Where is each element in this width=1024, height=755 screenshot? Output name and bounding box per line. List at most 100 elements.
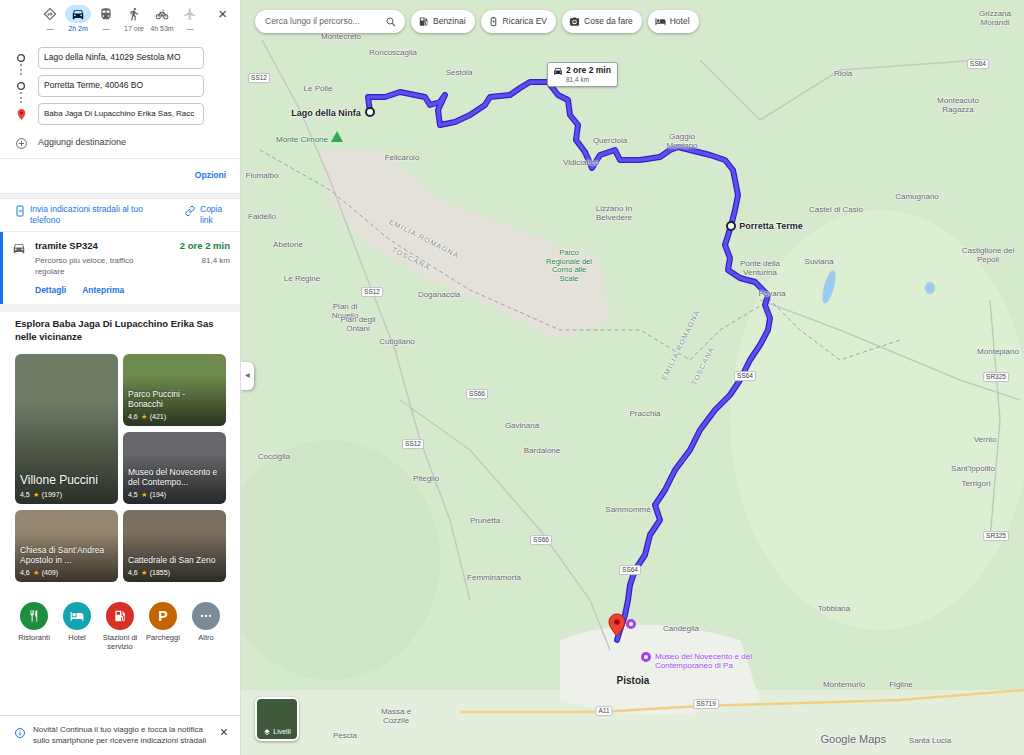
place-name[interactable]: Bardalone (524, 446, 560, 455)
road-shield[interactable]: SR325 (983, 531, 1009, 541)
place-name[interactable]: Felicarolo (385, 153, 420, 162)
map-label[interactable]: Monte Cimone (276, 135, 328, 144)
collapse-panel-button[interactable]: ◀ (241, 362, 254, 390)
map-label[interactable]: Cutigliano (379, 337, 415, 346)
map-label[interactable]: Ponte della Venturina (738, 259, 783, 277)
place-name[interactable]: Pescia (333, 731, 357, 740)
layers-label[interactable]: Livelli (273, 727, 291, 736)
map-label[interactable]: Museo del Novecento e del Contemporaneo … (655, 652, 775, 670)
road-shield[interactable]: SS12 (248, 73, 270, 83)
place-name[interactable]: SR325 (983, 531, 1009, 541)
map-label[interactable]: Pescia (333, 731, 357, 740)
place-name[interactable]: Sestola (446, 68, 473, 77)
map-label[interactable]: Candeglia (663, 624, 699, 633)
nearby-place-card[interactable]: Museo del Novecento e del Contempo...4,5… (123, 432, 226, 504)
place-name[interactable]: Montemurlo (823, 680, 865, 689)
place-name[interactable]: Massa e Cozzile (374, 707, 419, 725)
place-name[interactable]: SS12 (361, 287, 383, 297)
map-label[interactable]: Piteglio (413, 474, 439, 483)
place-name[interactable]: Fiumalbo (246, 171, 279, 180)
chip-label[interactable]: Cose da fare (584, 16, 633, 27)
place-name[interactable]: Castel di Casio (809, 205, 863, 214)
copy-link[interactable]: Copia link (184, 204, 228, 226)
options-button[interactable]: Opzioni (195, 170, 226, 181)
map-label[interactable]: Monteacuto Ragazza (931, 96, 986, 114)
place-name[interactable]: Vidiciatico (563, 158, 599, 167)
place-name[interactable]: SS12 (402, 439, 424, 449)
category-button[interactable]: Ristoranti (15, 602, 53, 651)
place-name[interactable]: Santa Lucia (909, 736, 951, 745)
map-label[interactable]: Porretta Terme (739, 221, 802, 231)
road-shield[interactable]: SS64 (734, 371, 756, 381)
place-name[interactable]: Tobbiana (818, 604, 850, 613)
road-shield[interactable]: A11 (595, 706, 612, 716)
map-label[interactable]: Santa Lucia (909, 736, 951, 745)
place-name[interactable]: Doganaccia (418, 290, 460, 299)
map-label[interactable]: Roncoscaglia (369, 48, 417, 57)
filter-chip[interactable]: Cose da fare (562, 10, 642, 33)
place-name[interactable]: Roncoscaglia (369, 48, 417, 57)
category-label[interactable]: Ristoranti (18, 633, 50, 642)
send-to-phone-label[interactable]: Invia indicazioni stradali al tuo telefo… (30, 204, 170, 226)
category-circle[interactable]: P (149, 602, 177, 630)
place-name[interactable]: Vernio (974, 435, 997, 444)
place-name[interactable]: Ponte della Venturina (738, 259, 783, 277)
map[interactable]: MontecretoRoncoscagliaSestolaLe PolleLag… (241, 0, 1024, 755)
map-label[interactable]: Sant'Ippolito (951, 464, 995, 473)
map-label[interactable]: Figline (889, 680, 913, 689)
copy-link-label[interactable]: Copia link (200, 204, 228, 226)
nearby-place-card[interactable]: Villone Puccini4,5★(1997) (15, 354, 118, 504)
map-label[interactable]: Prunetta (470, 516, 500, 525)
add-destination[interactable]: Aggiungi destinazione (0, 128, 240, 158)
place-name[interactable]: Pian degli Ontani (336, 315, 381, 333)
place-name[interactable]: Monte Cimone (276, 135, 328, 144)
place-name[interactable]: SS64 (734, 371, 756, 381)
place-name[interactable]: Grizzana Morandi (973, 9, 1018, 27)
map-label[interactable]: Faidello (248, 212, 276, 221)
category-label[interactable]: Stazioni di servizio (101, 633, 139, 651)
send-to-phone[interactable]: Invia indicazioni stradali al tuo telefo… (14, 204, 170, 226)
place-name[interactable]: Museo del Novecento e del Contemporaneo … (655, 652, 775, 670)
search-along-route[interactable] (255, 10, 405, 33)
map-label[interactable]: Massa e Cozzile (374, 707, 419, 725)
map-label[interactable]: Suviana (805, 257, 834, 266)
map-label[interactable]: Pian degli Ontani (336, 315, 381, 333)
place-name[interactable]: Gavinana (505, 421, 539, 430)
map-label[interactable]: Gaggio Montano (660, 132, 705, 150)
map-label[interactable]: Femminamorta (467, 573, 521, 582)
road-shield[interactable]: SS64 (967, 59, 989, 69)
place-name[interactable]: Pavana (758, 289, 785, 298)
filter-chip[interactable]: Benzinai (411, 10, 475, 33)
map-label[interactable]: Felicarolo (385, 153, 420, 162)
place-name[interactable]: Le Regine (284, 274, 320, 283)
road-shield[interactable]: SS719 (693, 699, 719, 709)
category-button[interactable]: Stazioni di servizio (101, 602, 139, 651)
map-label[interactable]: Le Regine (284, 274, 320, 283)
place-name[interactable]: Sammommè (605, 505, 650, 514)
map-label[interactable]: Lizzano In Belvedere (587, 204, 642, 222)
place-name[interactable]: SS66 (530, 535, 552, 545)
nearby-place-card[interactable]: Parco Puccini - Bonacchi4,6★(421) (123, 354, 226, 426)
map-label[interactable]: Montepiano (977, 347, 1019, 356)
place-name[interactable]: Parco Puccini - Bonacchi (128, 390, 221, 410)
add-destination-label[interactable]: Aggiungi destinazione (38, 137, 126, 149)
travel-mode-bus[interactable]: — (92, 5, 120, 33)
map-label[interactable]: Cocciglia (258, 452, 290, 461)
category-label[interactable]: Parcheggi (146, 633, 180, 642)
place-name[interactable]: Monteacuto Ragazza (931, 96, 986, 114)
road-shield[interactable]: SS12 (402, 439, 424, 449)
map-label[interactable]: Camugnano (895, 192, 939, 201)
place-name[interactable]: Piteglio (413, 474, 439, 483)
layers-button[interactable]: Livelli (255, 697, 299, 741)
map-label[interactable]: Bardalone (524, 446, 560, 455)
map-label[interactable]: Fiumalbo (246, 171, 279, 180)
road-shield[interactable]: SS64 (619, 565, 641, 575)
place-name[interactable]: SS12 (248, 73, 270, 83)
travel-mode-bicycle[interactable]: 4h 53m (148, 5, 176, 33)
route-option[interactable]: tramite SP3242 ore 2 minPercorso più vel… (0, 232, 240, 304)
details-link[interactable]: Dettagli (35, 285, 66, 296)
travel-mode-directions[interactable]: — (36, 5, 64, 33)
map-label[interactable]: Pistoia (617, 675, 650, 687)
dismiss-button[interactable]: × (220, 725, 228, 739)
place-name[interactable]: A11 (595, 706, 612, 716)
